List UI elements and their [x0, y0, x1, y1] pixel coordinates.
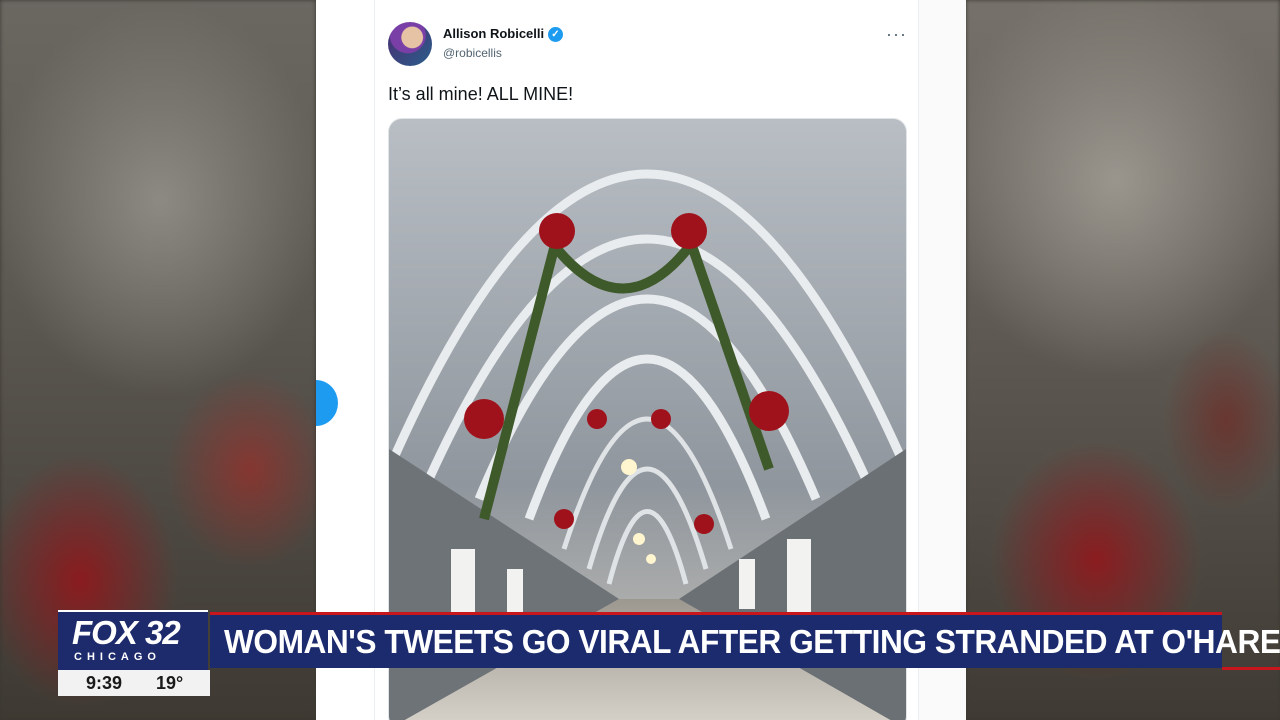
time-temp-box: 9:39 19° — [58, 670, 210, 696]
headline-bar: WOMAN'S TWEETS GO VIRAL AFTER GETTING ST… — [210, 612, 1280, 668]
clock-time: 9:39 — [86, 673, 123, 693]
temperature: 19° — [156, 673, 184, 693]
headline: WOMAN'S TWEETS GO VIRAL AFTER GETTING ST… — [224, 623, 1280, 660]
author-name[interactable]: Allison Robicelli — [443, 26, 544, 41]
verified-badge-icon: ✓ — [548, 27, 563, 42]
avatar[interactable] — [388, 22, 432, 66]
news-chyron: FOX 32 CHICAGO WOMAN'S TWEETS GO VIRAL A… — [58, 610, 1280, 672]
logo-brand: FOX 32 — [72, 614, 181, 651]
tweet-text: It’s all mine! ALL MINE! — [388, 84, 574, 104]
more-options-icon[interactable]: ··· — [886, 24, 907, 45]
author-handle[interactable]: @robicellis — [443, 46, 502, 60]
station-logo: FOX 32 CHICAGO — [58, 610, 208, 672]
logo-city: CHICAGO — [74, 651, 161, 663]
red-rule — [1222, 667, 1280, 670]
